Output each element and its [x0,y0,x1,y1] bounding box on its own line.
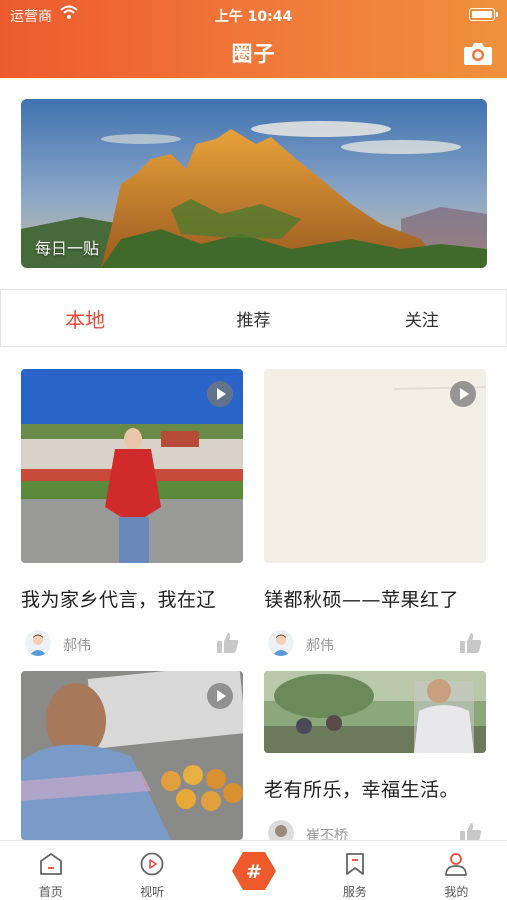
video-play-icon [207,683,233,709]
feed-tabs: 本地 推荐 关注 [0,289,507,347]
nav-home[interactable]: 首页 [0,841,101,900]
nav-services[interactable]: 服务 [304,841,405,900]
home-icon [39,853,62,875]
post-title: 老有所乐，幸福生活。 [264,779,460,801]
thumbs-up-icon[interactable] [458,630,484,656]
status-bar: 运营商 上午 10:44 [0,4,507,25]
tab-local[interactable]: 本地 [1,290,169,346]
post-meta: 郝伟 [264,630,486,660]
post-thumbnail [21,369,243,563]
post-card[interactable]: 镁都秋硕——苹果红了 郝伟 [264,369,486,660]
post-author: 郝伟 [63,638,91,654]
banner-caption: 每日一贴 [35,239,100,258]
post-card[interactable]: 我为家乡代言，我在辽 郝伟 [21,369,243,660]
hashtag-icon: # [231,852,276,890]
post-image [264,671,486,753]
nav-profile-label: 我的 [444,885,469,899]
post-title: 我为家乡代言，我在辽 [21,589,217,611]
daily-post-banner[interactable]: 每日一贴 [21,99,487,268]
post-author: 郝伟 [306,638,334,654]
post-thumbnail [21,671,243,840]
post-card[interactable] [21,671,243,840]
bookmark-icon [346,853,364,875]
post-thumbnail [264,369,486,563]
profile-icon [445,853,468,876]
nav-circle[interactable]: # [203,841,304,900]
nav-media-label: 视听 [140,885,165,899]
avatar [268,630,294,656]
video-play-icon [207,381,233,407]
page-title: 圈子 [231,42,276,66]
post-card[interactable]: 老有所乐，幸福生活。 崔丕桥 [264,671,486,850]
nav-home-label: 首页 [38,885,63,899]
status-time: 上午 10:44 [214,9,293,25]
post-thumbnail [264,671,486,753]
video-play-icon [450,381,476,407]
tab-following[interactable]: 关注 [338,290,506,346]
post-meta: 郝伟 [21,630,243,660]
nav-media[interactable]: 视听 [101,841,202,900]
svg-text:#: # [246,861,262,883]
avatar [25,630,51,656]
bottom-nav: 首页 视听 # 服务 我的 [0,840,507,900]
nav-profile[interactable]: 我的 [406,841,507,900]
post-title: 镁都秋硕——苹果红了 [264,589,460,611]
play-circle-icon [140,852,164,876]
thumbs-up-icon[interactable] [215,630,241,656]
tab-recommended[interactable]: 推荐 [169,290,337,346]
battery-icon [469,8,498,21]
camera-icon[interactable] [463,40,493,66]
nav-services-label: 服务 [342,885,367,899]
app-header: 运营商 上午 10:44 圈子 [0,0,507,78]
